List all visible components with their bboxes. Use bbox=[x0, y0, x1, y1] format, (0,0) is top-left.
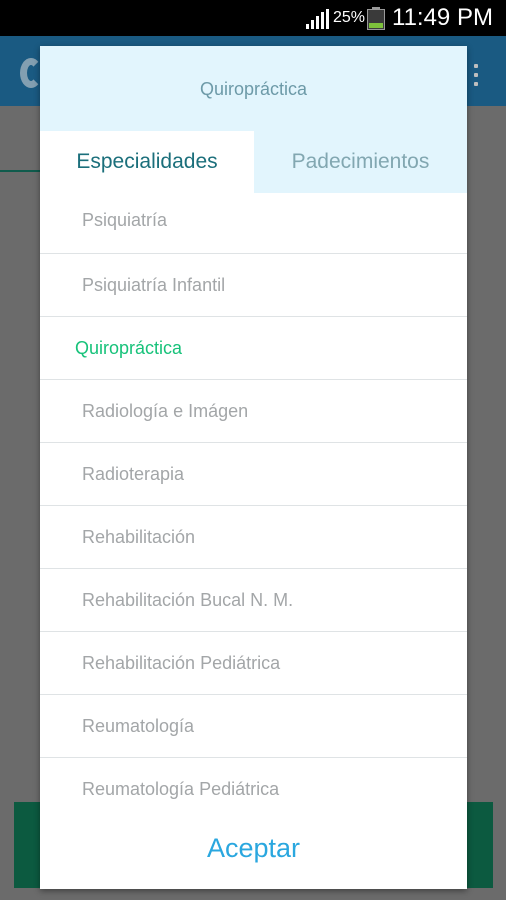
battery-percent: 25% bbox=[333, 9, 366, 26]
specialty-list[interactable]: Psiquiatría Psiquiatría Infantil Quiropr… bbox=[40, 193, 467, 813]
status-bar: 25% 11:49 PM bbox=[0, 0, 506, 36]
dialog-title: Quiropráctica bbox=[199, 79, 308, 99]
app-logo-icon bbox=[20, 58, 42, 88]
overflow-menu-icon bbox=[474, 64, 478, 91]
accept-button[interactable]: Aceptar bbox=[40, 813, 467, 889]
clock: 11:49 PM bbox=[392, 4, 493, 31]
list-item[interactable]: Rehabilitación Bucal N. M. bbox=[40, 569, 467, 632]
list-item[interactable]: Radiología e Imágen bbox=[40, 380, 467, 443]
list-item[interactable]: Rehabilitación Pediátrica bbox=[40, 632, 467, 695]
background-tab-indicator bbox=[0, 170, 42, 172]
dialog-tabs: Especialidades Padecimientos bbox=[40, 131, 467, 193]
list-item[interactable]: Reumatología Pediátrica bbox=[40, 758, 467, 813]
battery-icon bbox=[367, 7, 385, 30]
list-item-selected[interactable]: Quiropráctica bbox=[40, 317, 467, 380]
dialog-header: Quiropráctica bbox=[40, 46, 467, 131]
list-item[interactable]: Reumatología bbox=[40, 695, 467, 758]
list-item[interactable]: Radioterapia bbox=[40, 443, 467, 506]
list-item[interactable]: Psiquiatría bbox=[40, 193, 467, 254]
signal-icon bbox=[306, 9, 329, 29]
list-item[interactable]: Psiquiatría Infantil bbox=[40, 254, 467, 317]
tab-padecimientos[interactable]: Padecimientos bbox=[254, 131, 467, 193]
list-item[interactable]: Rehabilitación bbox=[40, 506, 467, 569]
tab-especialidades[interactable]: Especialidades bbox=[40, 131, 254, 193]
specialty-dialog: Quiropráctica Especialidades Padecimient… bbox=[40, 46, 467, 889]
